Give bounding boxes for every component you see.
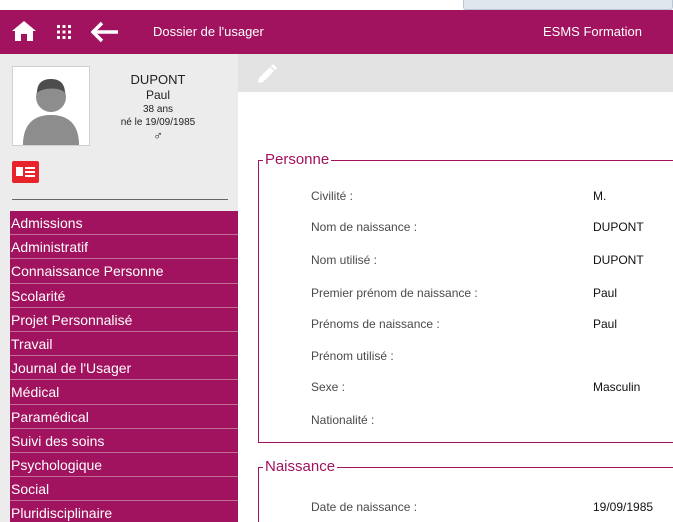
- apps-grid-icon[interactable]: [57, 25, 71, 39]
- patient-last-name: DUPONT: [130, 72, 186, 87]
- patient-first-name: Paul: [145, 88, 171, 102]
- field-value: M.: [593, 189, 607, 203]
- edit-toolbar: [238, 54, 673, 92]
- field-label: Civilité :: [311, 189, 354, 203]
- app-header: Dossier de l'usager ESMS Formation: [0, 10, 673, 54]
- patient-age: 38 ans: [142, 104, 174, 115]
- avatar: [12, 66, 90, 146]
- field-row: Prénoms de naissance : Paul: [0, 317, 673, 337]
- sidebar-item-social[interactable]: Social: [10, 477, 238, 502]
- back-arrow-icon[interactable]: [91, 21, 119, 43]
- field-row: Nationalité :: [0, 413, 673, 433]
- patient-identity: DUPONT Paul 38 ans né le 19/09/1985 ♂: [94, 72, 222, 143]
- male-symbol-icon: ♂: [153, 128, 163, 143]
- field-label: Nom utilisé :: [311, 253, 378, 267]
- field-row: Sexe : Masculin: [0, 380, 673, 400]
- pencil-icon[interactable]: [256, 62, 278, 84]
- field-row: Date de naissance : 19/09/1985: [0, 500, 673, 520]
- field-row: Nom utilisé : DUPONT: [0, 253, 673, 273]
- field-value: 19/09/1985: [593, 500, 654, 514]
- field-label: Nom de naissance :: [311, 220, 418, 234]
- top-strip: [0, 0, 673, 10]
- user-silhouette-icon: [23, 79, 79, 145]
- id-card-icon[interactable]: [12, 161, 39, 183]
- field-value: DUPONT: [593, 220, 644, 234]
- field-value: Masculin: [593, 380, 641, 394]
- sidebar-item-psychologique[interactable]: Psychologique: [10, 452, 238, 478]
- field-row: Prénom utilisé :: [0, 349, 673, 369]
- field-label: Prénoms de naissance :: [311, 317, 440, 331]
- home-icon[interactable]: [11, 20, 37, 42]
- field-value: DUPONT: [593, 253, 644, 267]
- browser-tab: [463, 0, 673, 10]
- field-label: Prénom utilisé :: [311, 349, 394, 363]
- field-row: Civilité : M.: [0, 189, 673, 209]
- birth-section-legend: Naissance: [263, 458, 338, 476]
- field-label: Premier prénom de naissance :: [311, 286, 478, 300]
- organisation-name[interactable]: ESMS Formation: [543, 24, 642, 39]
- page-title: Dossier de l'usager: [153, 24, 264, 39]
- field-label: Date de naissance :: [311, 500, 418, 514]
- person-section-legend: Personne: [263, 151, 332, 169]
- field-value: Paul: [593, 317, 618, 331]
- field-value: Paul: [593, 286, 618, 300]
- field-label: Sexe :: [311, 380, 346, 394]
- field-label: Nationalité :: [311, 413, 375, 427]
- field-row: Nom de naissance : DUPONT: [0, 220, 673, 240]
- field-row: Premier prénom de naissance : Paul: [0, 286, 673, 306]
